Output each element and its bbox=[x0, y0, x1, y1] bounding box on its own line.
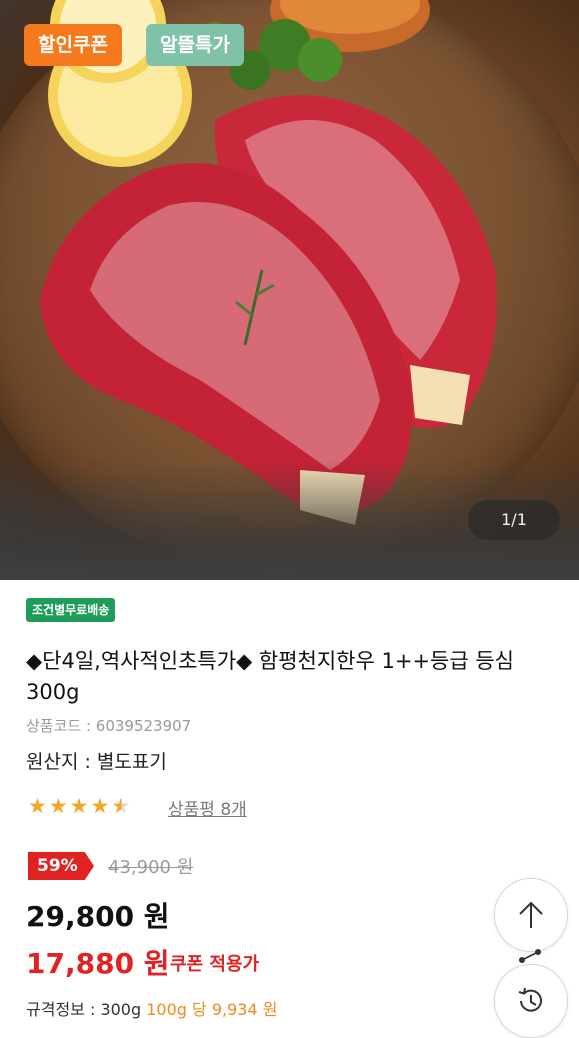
star-icon: ★ bbox=[28, 794, 47, 818]
original-price: 43,900 원 bbox=[108, 857, 194, 878]
star-icon: ★ bbox=[48, 794, 68, 818]
sale-price: 29,800 원 bbox=[26, 900, 170, 933]
product-title: ◆단4일,역사적인초특가◆ 함평천지한우 1++등급 등심 300g bbox=[26, 649, 514, 704]
image-page-indicator: 1/1 bbox=[468, 500, 560, 540]
spec-unit-price: 9,934 원 bbox=[211, 1000, 278, 1019]
rating-stars: ★ ★ ★ ★ ★ bbox=[28, 794, 130, 818]
discount-coupon-badge: 할인쿠폰 bbox=[24, 24, 122, 66]
spec-info: 규격정보 : 300g 100g 당 9,934 원 bbox=[26, 996, 277, 1020]
product-image[interactable]: 할인쿠폰 알뜰특가 1/1 bbox=[0, 0, 579, 580]
discount-rate-badge: 59% bbox=[28, 852, 94, 880]
product-code: 상품코드 : 6039523907 bbox=[26, 717, 192, 735]
history-icon bbox=[518, 987, 542, 1012]
review-count-link[interactable]: 상품평 8개 bbox=[168, 795, 247, 820]
spec-unit: 100g 당 bbox=[146, 1000, 207, 1019]
product-origin: 원산지 : 별도표기 bbox=[26, 751, 167, 773]
star-icon: ★ bbox=[69, 794, 89, 818]
coupon-applied-label: 쿠폰 적용가 bbox=[170, 954, 260, 975]
spec-label: 규격정보 : 300g bbox=[26, 1000, 142, 1019]
half-star-icon: ★ bbox=[111, 794, 131, 818]
deal-badge: 알뜰특가 bbox=[146, 24, 244, 66]
scroll-top-button[interactable] bbox=[494, 878, 568, 952]
arrow-up-icon bbox=[519, 901, 543, 928]
star-icon: ★ bbox=[90, 794, 110, 818]
recent-viewed-button[interactable] bbox=[494, 964, 568, 1038]
free-shipping-tag: 조건별무료배송 bbox=[26, 598, 116, 622]
coupon-price: 17,880 원 bbox=[26, 947, 170, 980]
